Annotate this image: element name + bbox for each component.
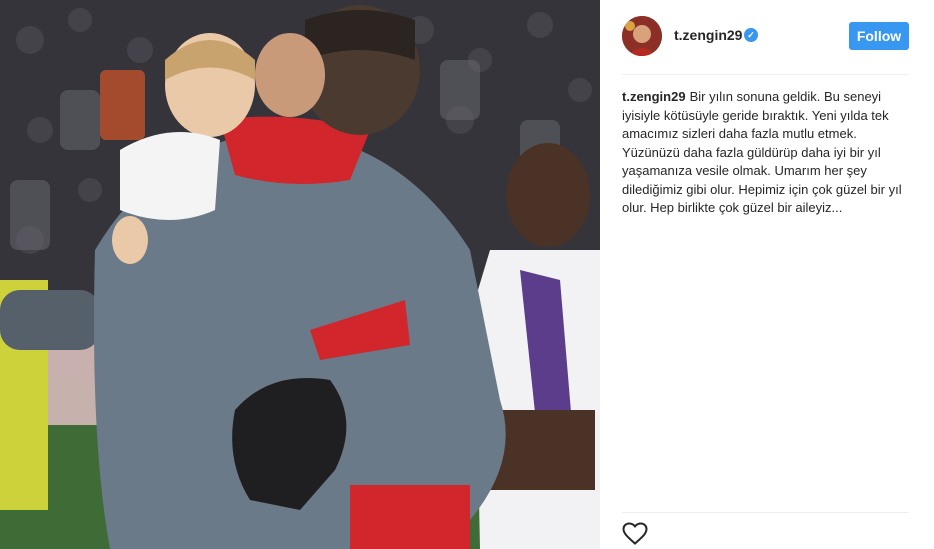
post-caption: t.zengin29 Bir yılın sonuna geldik. Bu se…: [622, 88, 914, 218]
post-side-panel: t.zengin29 ✓ Follow t.zengin29 Bir yılın …: [600, 0, 934, 549]
caption-text: Bir yılın sonuna geldik. Bu seneyi iyisi…: [622, 89, 902, 215]
author-username[interactable]: t.zengin29: [674, 27, 742, 43]
verified-badge-icon: ✓: [744, 28, 758, 42]
post-photo-illustration: [0, 0, 600, 549]
post-header: t.zengin29 ✓ Follow: [600, 0, 934, 74]
avatar-image: [622, 16, 662, 56]
instagram-post: t.zengin29 ✓ Follow t.zengin29 Bir yılın …: [0, 0, 934, 549]
header-divider: [622, 74, 909, 75]
post-photo[interactable]: [0, 0, 600, 549]
actions-divider: [622, 512, 909, 513]
heart-outline-icon[interactable]: [622, 522, 648, 546]
follow-button[interactable]: Follow: [849, 22, 909, 50]
avatar[interactable]: [622, 16, 662, 56]
caption-username[interactable]: t.zengin29: [622, 89, 686, 104]
